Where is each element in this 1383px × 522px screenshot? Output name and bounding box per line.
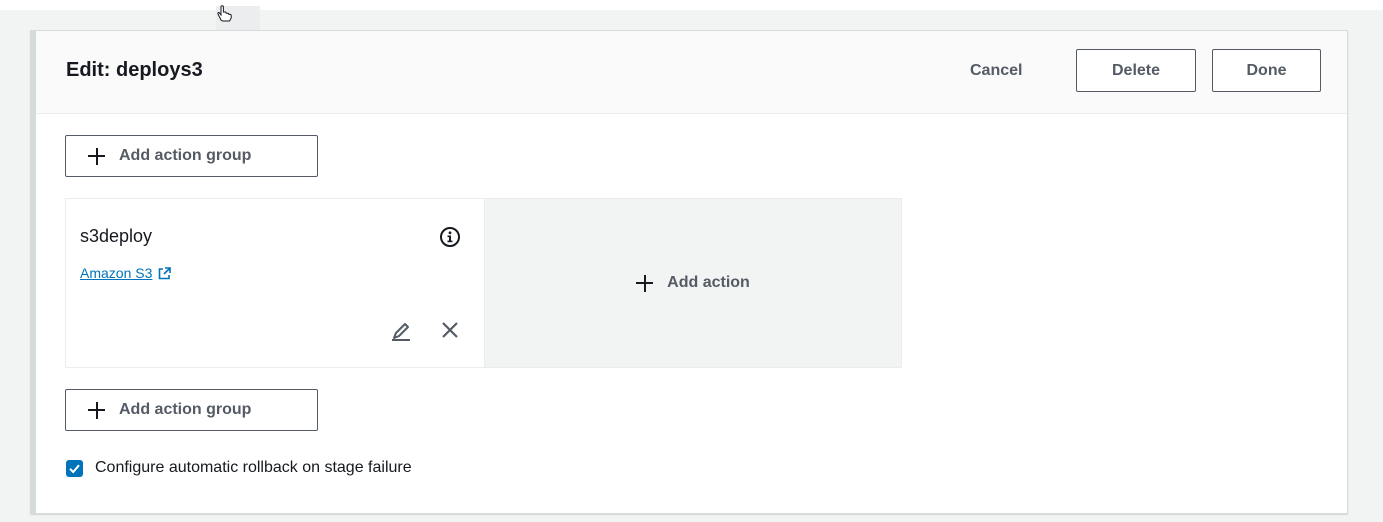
page-title: Edit: deploys3 [66, 59, 203, 81]
add-action-button[interactable]: Add action [485, 199, 901, 367]
action-card: s3deploy Amazon S3 [66, 199, 485, 367]
rollback-checkbox[interactable] [66, 459, 83, 477]
panel-header: Edit: deploys3 Cancel Delete Done [36, 31, 1347, 114]
external-link-icon [159, 266, 172, 279]
action-group: s3deploy Amazon S3 Add action [65, 198, 902, 368]
action-name: s3deploy [80, 226, 153, 246]
add-action-label: Add action [667, 274, 750, 291]
info-icon[interactable] [439, 226, 461, 248]
plus-icon [88, 401, 105, 419]
done-button[interactable]: Done [1212, 49, 1321, 92]
add-action-group-label: Add action group [119, 401, 252, 418]
delete-button[interactable]: Delete [1076, 49, 1196, 92]
add-action-group-button-top[interactable]: Add action group [65, 135, 318, 177]
rollback-option: Configure automatic rollback on stage fa… [66, 459, 412, 477]
close-icon[interactable] [439, 319, 461, 341]
provider-link[interactable]: Amazon S3 [80, 265, 172, 281]
hand-cursor-icon [217, 5, 232, 22]
add-action-group-label: Add action group [119, 147, 252, 164]
add-action-group-button-bottom[interactable]: Add action group [65, 389, 318, 431]
stage-edit-panel: Edit: deploys3 Cancel Delete Done Add ac… [30, 30, 1348, 514]
checkmark-icon [69, 464, 80, 473]
provider-link-label: Amazon S3 [80, 265, 153, 281]
cancel-button[interactable]: Cancel [970, 62, 1022, 80]
pencil-icon[interactable] [390, 320, 412, 342]
rollback-label[interactable]: Configure automatic rollback on stage fa… [95, 459, 412, 477]
plus-icon [636, 274, 654, 292]
plus-icon [88, 147, 105, 165]
